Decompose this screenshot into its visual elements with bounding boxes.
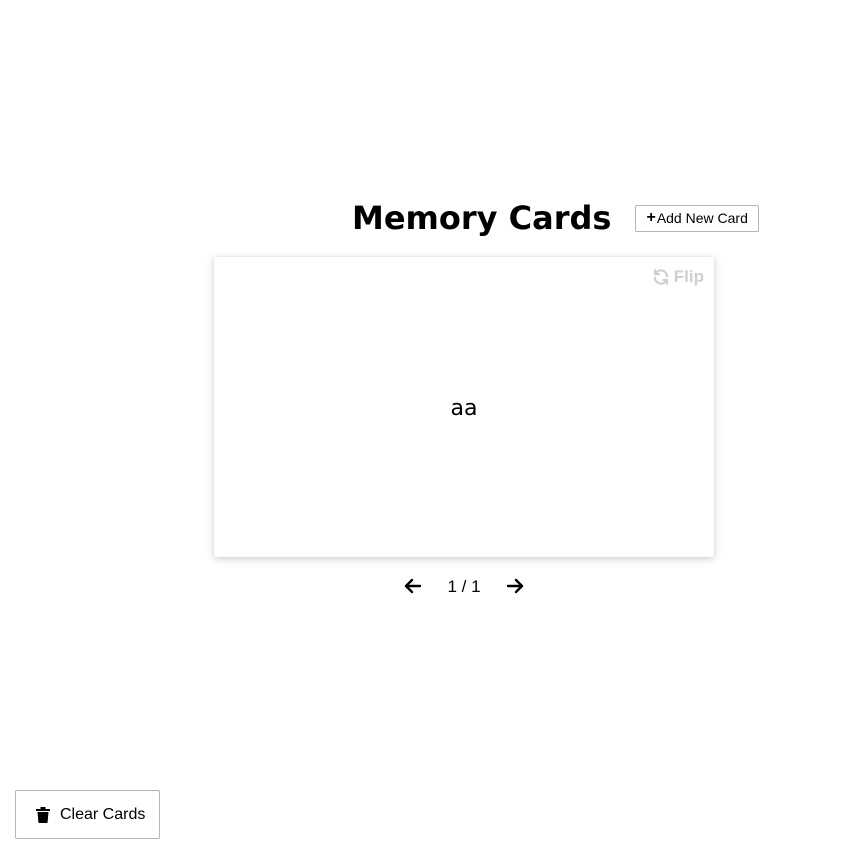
arrow-left-icon xyxy=(404,578,422,597)
memory-cards-page: Memory Cards + Add New Card Flip aa 1 / … xyxy=(0,0,867,856)
page-header: Memory Cards + Add New Card xyxy=(352,196,759,240)
trash-icon xyxy=(36,806,50,823)
clear-cards-button[interactable]: Clear Cards xyxy=(15,790,160,839)
flip-button[interactable]: Flip xyxy=(652,267,704,287)
next-card-button[interactable] xyxy=(502,574,528,601)
card-navigation: 1 / 1 xyxy=(400,572,528,602)
add-new-card-button[interactable]: + Add New Card xyxy=(635,204,759,232)
sync-icon xyxy=(652,268,670,286)
previous-card-button[interactable] xyxy=(400,574,426,601)
card-counter: 1 / 1 xyxy=(447,577,481,596)
memory-card[interactable]: Flip aa xyxy=(214,257,714,557)
clear-cards-label: Clear Cards xyxy=(60,805,146,823)
page-title: Memory Cards xyxy=(352,199,612,237)
add-new-card-label: Add New Card xyxy=(656,210,748,226)
plus-icon: + xyxy=(646,209,656,226)
flip-label: Flip xyxy=(673,267,704,286)
card-content: aa xyxy=(450,396,478,421)
arrow-right-icon xyxy=(506,578,524,597)
